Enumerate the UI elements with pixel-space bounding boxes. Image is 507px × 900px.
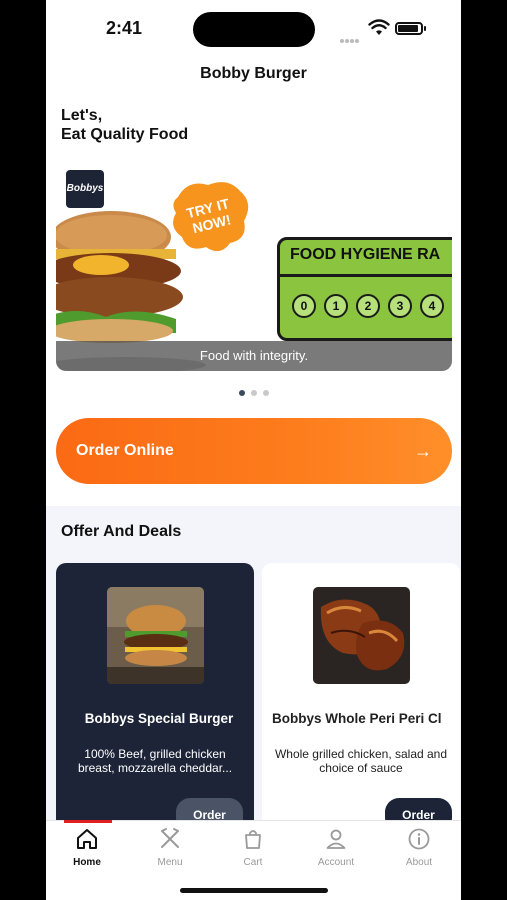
- greeting-line2: Eat Quality Food: [61, 126, 189, 143]
- banner-caption: Food with integrity.: [56, 341, 452, 371]
- carousel-dot-3[interactable]: [262, 390, 269, 396]
- offer-card[interactable]: Bobbys Whole Peri Peri Cl Whole grilled …: [262, 563, 460, 833]
- rating-0: 0: [292, 294, 316, 318]
- tab-label: Menu: [157, 857, 183, 868]
- info-icon: [408, 828, 430, 850]
- wifi-icon: [368, 19, 390, 35]
- hygiene-divider: [280, 274, 452, 277]
- bag-icon: [245, 830, 261, 849]
- carousel-dot-1[interactable]: [238, 390, 245, 396]
- food-hygiene-rating-sign: FOOD HYGIENE RA 0 1 2 3 4: [277, 237, 452, 341]
- carousel-dot-2[interactable]: [250, 390, 257, 396]
- offer-card[interactable]: Bobbys Special Burger 100% Beef, grilled…: [56, 563, 254, 833]
- home-indicator[interactable]: [180, 888, 328, 893]
- offers-section: Offer And Deals Bobbys Special Burger 10…: [46, 506, 461, 833]
- active-tab-indicator: [64, 820, 112, 823]
- greeting: Let's, Eat Quality Food: [61, 106, 188, 144]
- tab-about[interactable]: About: [384, 827, 454, 868]
- page-title: Bobby Burger: [200, 65, 307, 82]
- hygiene-rating-scale: 0 1 2 3 4: [292, 294, 444, 318]
- utensils-icon: [161, 828, 179, 848]
- burger-thumbnail: [107, 587, 204, 684]
- offer-name: Bobbys Special Burger: [84, 711, 234, 726]
- signal-icon: [340, 30, 364, 43]
- dynamic-island: [193, 12, 315, 47]
- greeting-line1: Let's,: [61, 107, 103, 124]
- tab-cart[interactable]: Cart: [218, 827, 288, 868]
- section-title: Offer And Deals: [61, 523, 182, 540]
- rating-3: 3: [388, 294, 412, 318]
- tab-label: Home: [73, 857, 101, 868]
- offer-name: Bobbys Whole Peri Peri Cl: [272, 711, 442, 726]
- rating-4: 4: [420, 294, 444, 318]
- order-online-label: Order Online: [76, 442, 174, 459]
- promo-banner[interactable]: Bobbys TRY IT NOW! FOOD HYGIENE RA 0 1 2: [56, 165, 452, 371]
- app-screen: 2:41 Bobby Burger Let's, Eat Quality Foo…: [46, 0, 461, 900]
- tab-menu[interactable]: Menu: [135, 827, 205, 868]
- status-time: 2:41: [106, 18, 143, 38]
- chicken-thumbnail: [313, 587, 410, 684]
- arrow-right-icon: →: [414, 441, 432, 461]
- tab-account[interactable]: Account: [301, 827, 371, 868]
- battery-icon: [395, 22, 426, 35]
- rating-2: 2: [356, 294, 380, 318]
- carousel-pagination[interactable]: [46, 383, 461, 401]
- user-icon: [326, 829, 346, 849]
- home-icon: [77, 829, 97, 849]
- tab-label: Account: [317, 857, 355, 868]
- offer-description: Whole grilled chicken, salad and choice …: [274, 747, 448, 775]
- tab-home[interactable]: Home: [52, 827, 122, 868]
- order-online-button[interactable]: Order Online →: [56, 418, 452, 484]
- brand-logo: Bobbys: [66, 170, 104, 208]
- tab-label: Cart: [243, 857, 263, 868]
- hygiene-title: FOOD HYGIENE RA: [290, 246, 441, 263]
- offer-description: 100% Beef, grilled chicken breast, mozza…: [77, 747, 233, 775]
- status-bar: 2:41: [46, 0, 461, 56]
- rating-1: 1: [324, 294, 348, 318]
- tab-label: About: [405, 857, 433, 868]
